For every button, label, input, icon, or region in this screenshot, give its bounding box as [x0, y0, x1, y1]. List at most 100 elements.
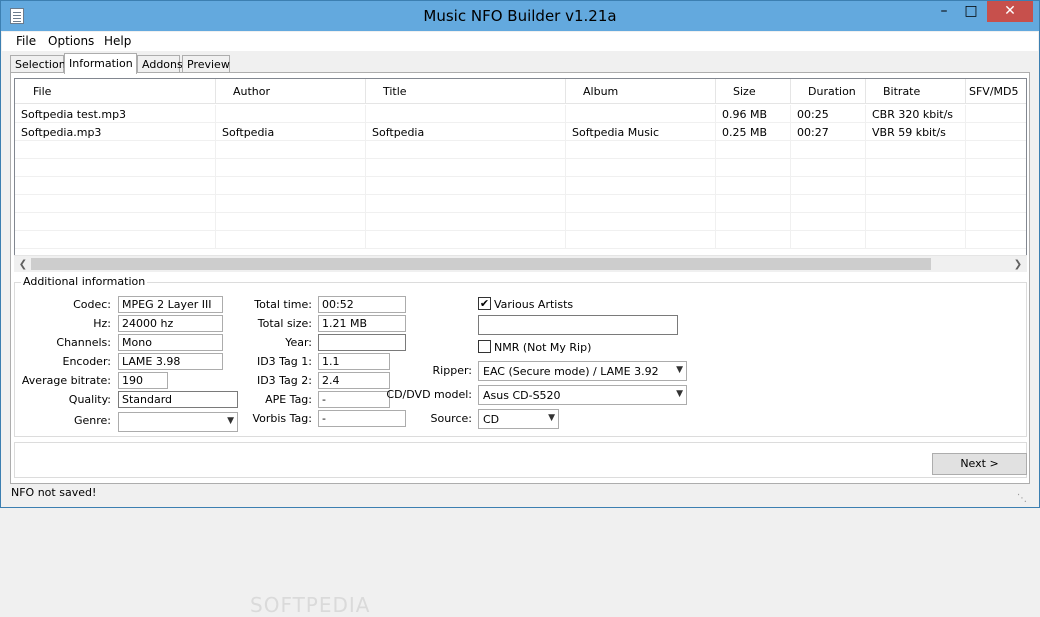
tab-preview[interactable]: Preview — [182, 55, 230, 73]
cell-file: Softpedia test.mp3 — [15, 105, 216, 123]
cell-author: Softpedia — [216, 123, 366, 141]
col-title[interactable]: Title — [366, 79, 566, 104]
col-size[interactable]: Size — [716, 79, 791, 104]
menu-help[interactable]: Help — [104, 34, 131, 48]
cell-author — [216, 231, 366, 249]
cell-album — [566, 195, 716, 213]
various-artists-label: Various Artists — [494, 298, 574, 311]
cell-album — [566, 213, 716, 231]
cell-bitrate — [866, 177, 966, 195]
cell-album: Softpedia Music — [566, 123, 716, 141]
next-button[interactable]: Next > — [932, 453, 1027, 475]
col-bitrate[interactable]: Bitrate — [866, 79, 966, 104]
cell-author — [216, 195, 366, 213]
cell-author — [216, 105, 366, 123]
cell-size — [716, 231, 791, 249]
cell-duration: 00:27 — [791, 123, 866, 141]
horizontal-scrollbar[interactable]: ❮ ❯ — [14, 255, 1027, 272]
quality-field[interactable]: Standard — [118, 391, 238, 408]
cell-title — [366, 141, 566, 159]
encoder-field[interactable]: LAME 3.98 — [118, 353, 223, 370]
cell-file: Softpedia.mp3 — [15, 123, 216, 141]
cell-bitrate — [866, 141, 966, 159]
resize-grip-icon[interactable]: ⋱ — [1017, 493, 1027, 504]
table-row[interactable]: Softpedia.mp3 Softpedia Softpedia Softpedia… — [15, 123, 1026, 141]
col-duration[interactable]: Duration — [791, 79, 866, 104]
status-text: NFO not saved! — [11, 486, 97, 499]
cell-size — [716, 213, 791, 231]
additional-info-group: Additional information SOFTPEDIA Codec: … — [14, 275, 1027, 617]
year-field[interactable] — [318, 334, 406, 351]
cell-duration — [791, 195, 866, 213]
vorbis-tag-label: Vorbis Tag: — [252, 412, 312, 425]
cd-dvd-model-select[interactable]: Asus CD-S520 ▼ — [478, 385, 687, 405]
ripper-select[interactable]: EAC (Secure mode) / LAME 3.92 ▼ — [478, 361, 687, 381]
hz-label: Hz: — [93, 317, 111, 330]
average-bitrate-label: Average bitrate: — [21, 374, 111, 387]
table-row[interactable] — [15, 195, 1026, 213]
table-row[interactable]: Softpedia test.mp3 0.96 MB 00:25 CBR 320 kb… — [15, 105, 1026, 123]
chevron-down-icon: ▼ — [676, 389, 683, 399]
col-sfv-md5[interactable]: SFV/MD5 — [966, 79, 1026, 104]
hz-field[interactable]: 24000 hz — [118, 315, 223, 332]
total-size-field[interactable]: 1.21 MB — [318, 315, 406, 332]
cell-duration — [791, 177, 866, 195]
tab-information[interactable]: Information — [64, 53, 137, 74]
various-artists-field[interactable] — [478, 315, 678, 335]
menu-file[interactable]: File — [16, 34, 36, 48]
maximize-button[interactable]: □ — [958, 1, 984, 22]
total-time-field[interactable]: 00:52 — [318, 296, 406, 313]
watermark-text: SOFTPEDIA — [250, 593, 371, 617]
cell-size — [716, 195, 791, 213]
chevron-down-icon: ▼ — [676, 365, 683, 375]
table-row[interactable] — [15, 231, 1026, 249]
table-row[interactable] — [15, 141, 1026, 159]
table-row[interactable] — [15, 177, 1026, 195]
tab-addons[interactable]: Addons — [137, 55, 183, 73]
tab-selection[interactable]: Selection — [10, 55, 66, 73]
cell-size — [716, 177, 791, 195]
cell-author — [216, 159, 366, 177]
scroll-left-icon[interactable]: ❮ — [15, 257, 31, 272]
file-list[interactable]: File Author Title Album Size Duration Bi… — [14, 78, 1027, 271]
minimize-button[interactable]: – — [931, 1, 957, 22]
genre-label: Genre: — [73, 414, 111, 427]
col-author[interactable]: Author — [216, 79, 366, 104]
cell-duration — [791, 141, 866, 159]
table-row[interactable] — [15, 213, 1026, 231]
various-artists-checkbox[interactable]: ✔ — [478, 297, 491, 310]
average-bitrate-field[interactable]: 190 — [118, 372, 168, 389]
cell-size — [716, 141, 791, 159]
col-file[interactable]: File — [15, 79, 216, 104]
scroll-thumb[interactable] — [31, 258, 931, 270]
cell-title — [366, 195, 566, 213]
cell-file — [15, 231, 216, 249]
cell-title — [366, 231, 566, 249]
table-row[interactable] — [15, 159, 1026, 177]
cell-duration — [791, 159, 866, 177]
cell-album — [566, 141, 716, 159]
nmr-label: NMR (Not My Rip) — [494, 341, 592, 354]
scroll-right-icon[interactable]: ❯ — [1010, 257, 1026, 272]
cell-file — [15, 195, 216, 213]
id3-tag2-field[interactable]: 2.4 — [318, 372, 390, 389]
channels-field[interactable]: Mono — [118, 334, 223, 351]
menu-bar: File Options Help — [2, 32, 1038, 51]
codec-label: Codec: — [73, 298, 111, 311]
cell-sfv-md5 — [966, 213, 1026, 231]
source-select[interactable]: CD ▼ — [478, 409, 559, 429]
cell-author — [216, 177, 366, 195]
cell-bitrate: CBR 320 kbit/s — [866, 105, 966, 123]
year-label: Year: — [285, 336, 312, 349]
close-button[interactable]: ✕ — [987, 1, 1033, 22]
genre-select[interactable]: ▼ — [118, 412, 238, 432]
cell-album — [566, 159, 716, 177]
id3-tag1-field[interactable]: 1.1 — [318, 353, 390, 370]
id3-tag1-label: ID3 Tag 1: — [256, 355, 312, 368]
ape-tag-field[interactable]: - — [318, 391, 390, 408]
menu-options[interactable]: Options — [48, 34, 94, 48]
nmr-checkbox[interactable] — [478, 340, 491, 353]
col-album[interactable]: Album — [566, 79, 716, 104]
cell-sfv-md5 — [966, 159, 1026, 177]
codec-field[interactable]: MPEG 2 Layer III — [118, 296, 223, 313]
